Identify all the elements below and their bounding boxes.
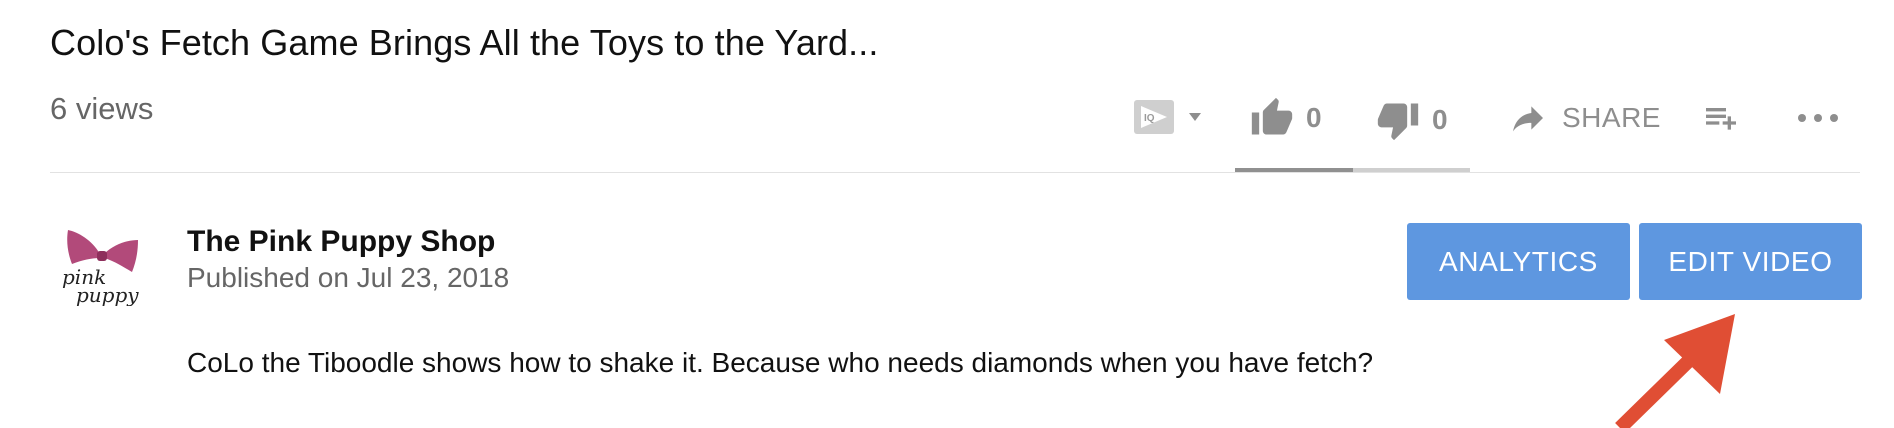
divider	[50, 172, 1860, 173]
view-count: 6 views	[50, 91, 154, 126]
edit-video-button[interactable]: EDIT VIDEO	[1639, 223, 1862, 300]
share-label: SHARE	[1562, 102, 1661, 133]
logo-text-puppy: puppy	[76, 283, 139, 306]
tubebuddy-icon: IQ	[1134, 100, 1174, 134]
annotation-arrow-icon	[1615, 314, 1735, 428]
share-arrow-icon	[1513, 106, 1543, 132]
channel-name[interactable]: The Pink Puppy Shop	[187, 225, 495, 259]
svg-text:IQ: IQ	[1144, 113, 1155, 124]
analytics-button[interactable]: ANALYTICS	[1407, 223, 1630, 300]
dislike-count: 0	[1432, 104, 1448, 135]
chevron-down-icon	[1189, 113, 1201, 121]
channel-avatar[interactable]: pink puppy	[58, 218, 146, 306]
like-count: 0	[1306, 102, 1322, 133]
extension-menu[interactable]: IQ	[1133, 96, 1203, 138]
add-to-playlist-button[interactable]	[1700, 98, 1742, 138]
more-icon	[1798, 114, 1838, 122]
share-button[interactable]: SHARE	[1508, 98, 1661, 138]
publish-date: Published on Jul 23, 2018	[187, 262, 510, 293]
dislike-button[interactable]: 0	[1376, 98, 1448, 142]
thumbs-down-icon	[1377, 103, 1419, 141]
like-button[interactable]: 0	[1250, 96, 1322, 140]
bow-icon	[67, 230, 100, 264]
thumbs-up-icon	[1251, 97, 1293, 135]
more-button[interactable]	[1796, 106, 1840, 130]
add-to-playlist-icon	[1706, 108, 1736, 130]
video-description: CoLo the Tiboodle shows how to shake it.…	[187, 347, 1374, 378]
video-title: Colo's Fetch Game Brings All the Toys to…	[50, 22, 879, 63]
